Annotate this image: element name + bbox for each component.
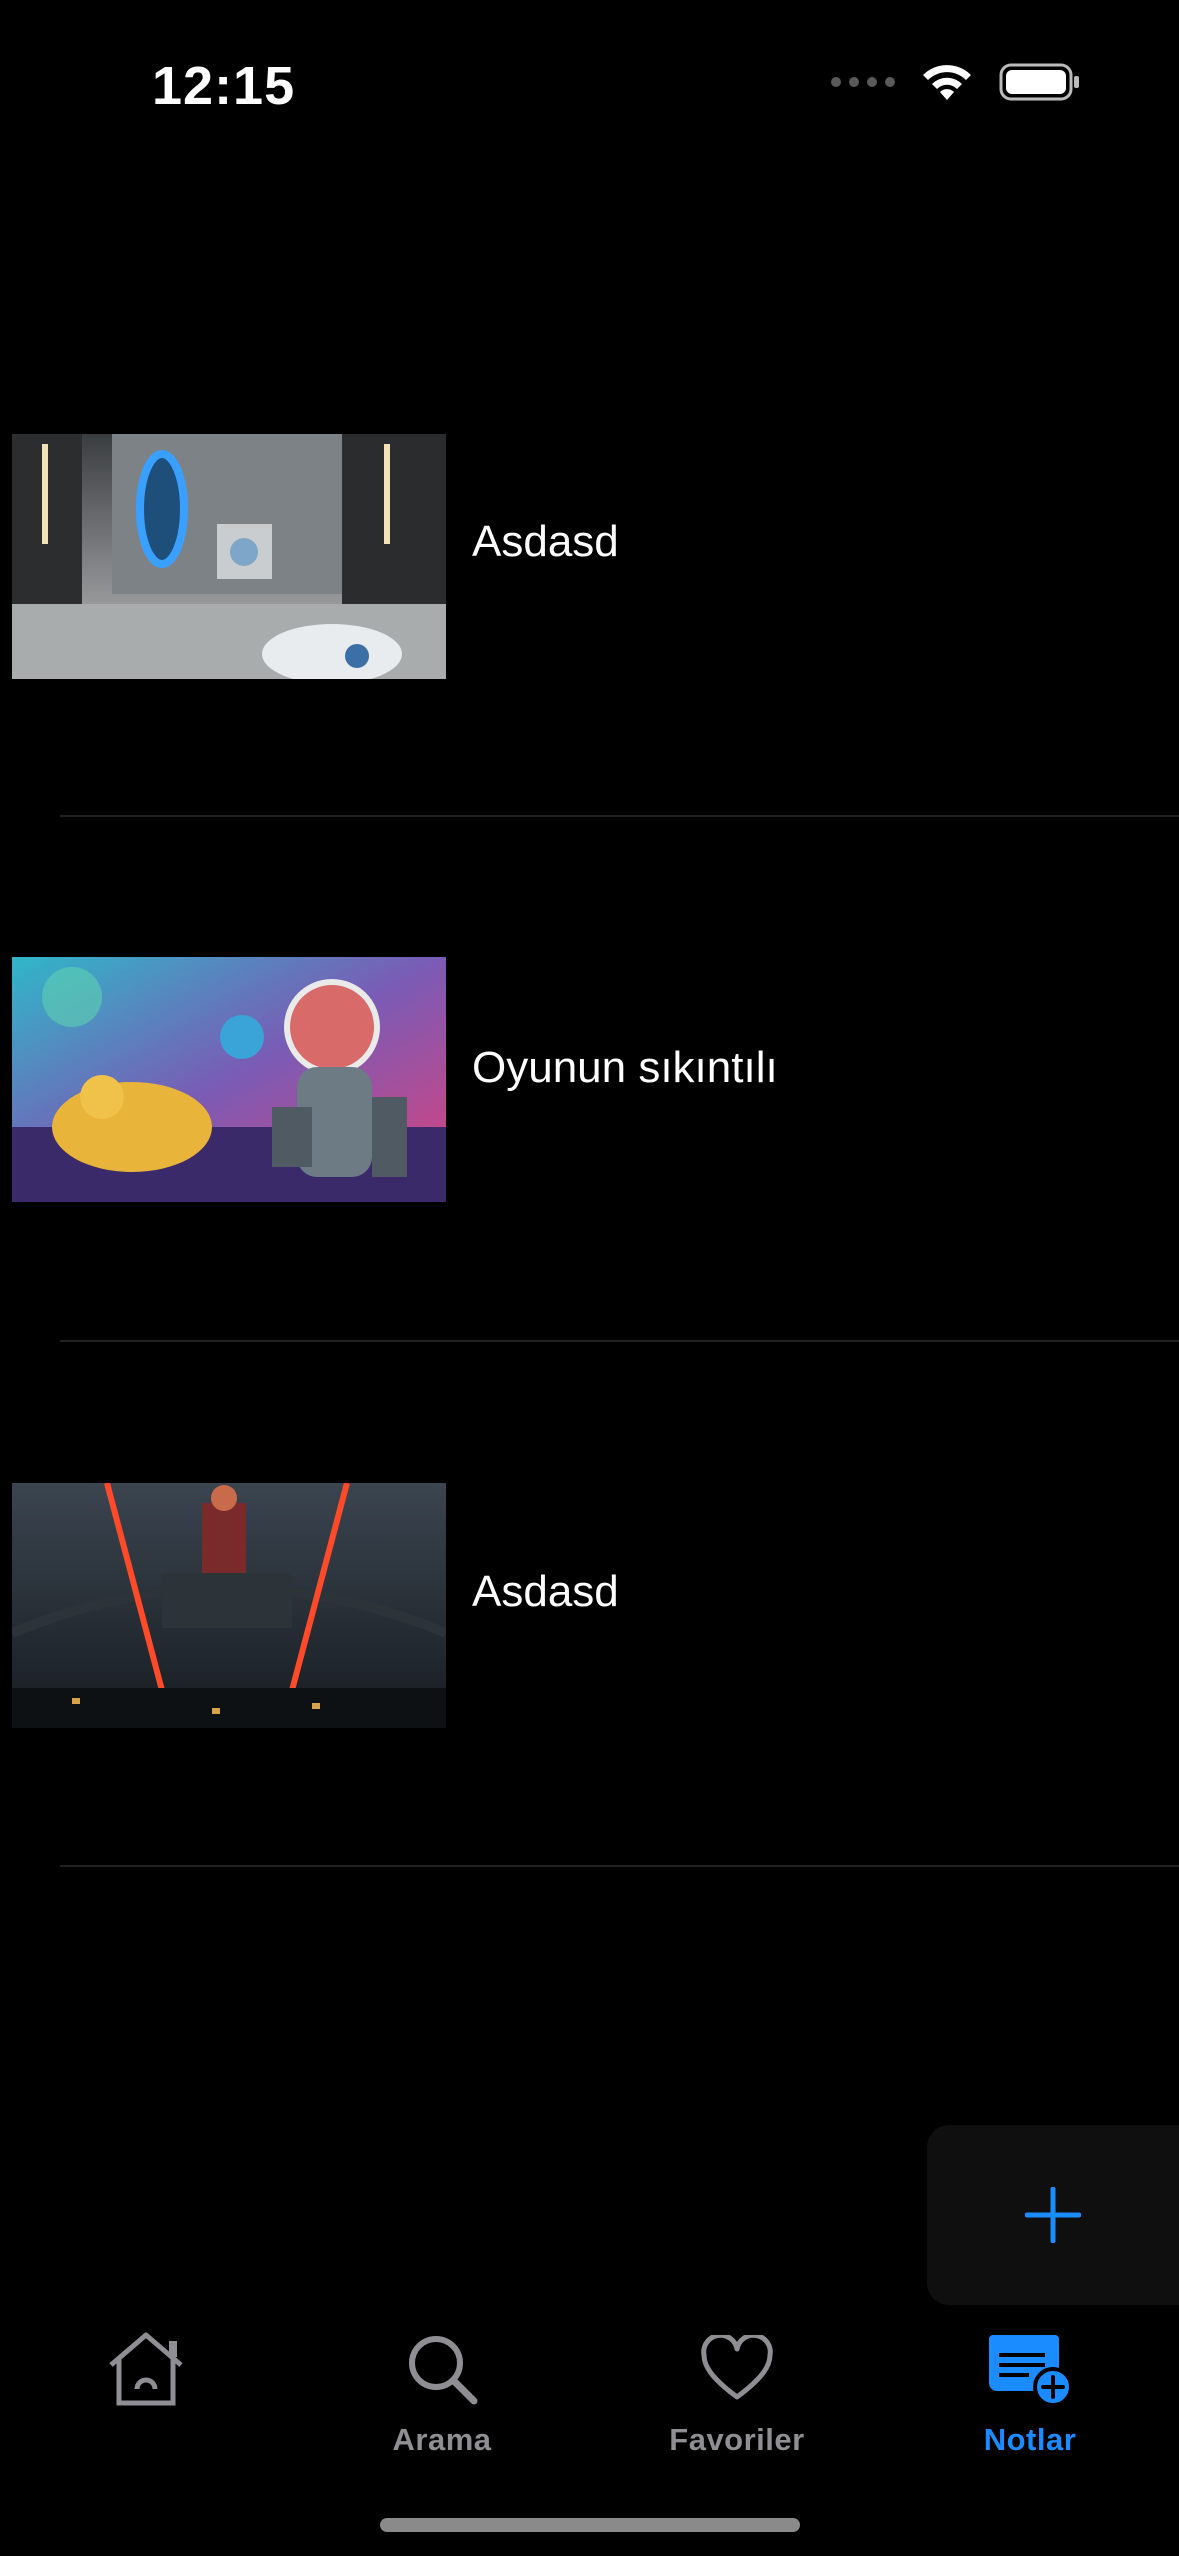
home-icon	[103, 2324, 189, 2414]
wifi-icon	[923, 65, 971, 100]
tab-favorites[interactable]: Favoriler	[627, 2310, 847, 2480]
tab-search[interactable]: Arama	[332, 2310, 552, 2480]
note-thumbnail	[12, 434, 446, 679]
search-icon	[404, 2324, 480, 2414]
notes-screen: 12:15 Asdasd Oyunun sıkıntılı Asdasd Ara…	[0, 0, 1179, 2556]
tab-label: Notlar	[983, 2422, 1077, 2457]
list-separator	[60, 815, 1179, 817]
note-list-item[interactable]: Oyunun sıkıntılı	[0, 825, 1179, 1350]
note-title: Asdasd	[472, 1567, 619, 1616]
home-indicator	[380, 2518, 800, 2532]
cellular-signal-icon	[831, 77, 895, 87]
add-note-button[interactable]	[927, 2125, 1179, 2305]
tab-label: Arama	[392, 2422, 492, 2457]
note-thumbnail	[12, 957, 446, 1202]
note-title: Asdasd	[472, 517, 619, 566]
tab-label: Favoriler	[669, 2422, 805, 2457]
notes-add-icon	[985, 2324, 1075, 2414]
note-list-item[interactable]: Asdasd	[0, 300, 1179, 825]
tab-notes[interactable]: Notlar	[920, 2310, 1140, 2480]
battery-icon	[999, 63, 1079, 101]
status-icons	[831, 62, 1081, 102]
list-separator	[60, 1340, 1179, 1342]
list-separator	[60, 1865, 1179, 1867]
tab-home[interactable]	[36, 2310, 256, 2480]
note-thumbnail	[12, 1483, 446, 1728]
status-time: 12:15	[152, 56, 296, 116]
note-list-item[interactable]: Asdasd	[0, 1350, 1179, 1875]
note-title: Oyunun sıkıntılı	[472, 1043, 778, 1092]
plus-icon	[1025, 2187, 1081, 2243]
heart-icon	[700, 2324, 774, 2414]
